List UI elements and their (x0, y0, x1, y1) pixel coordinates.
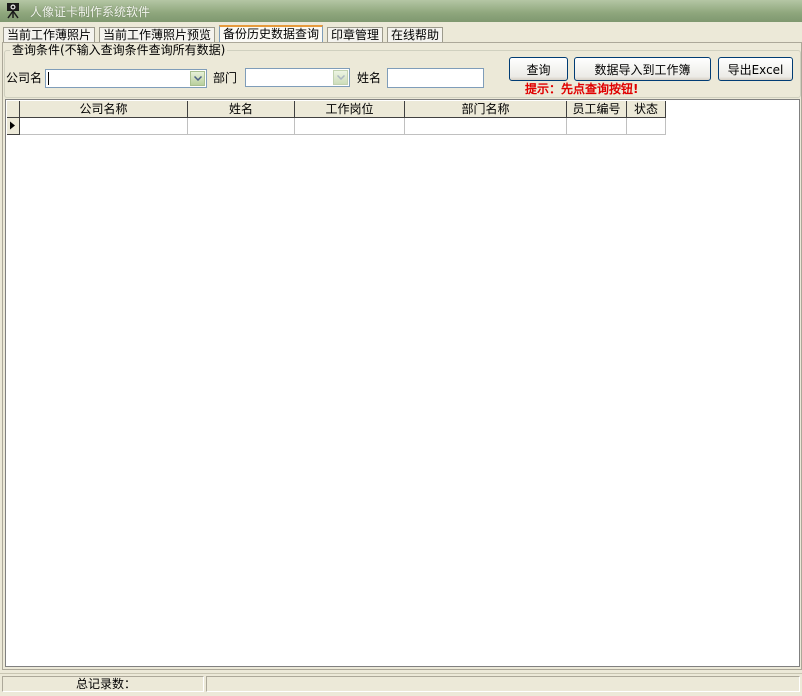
table-cell[interactable] (405, 118, 567, 135)
text-caret (48, 72, 49, 85)
query-group-label: 查询条件(不输入查询条件查询所有数据) (10, 43, 228, 57)
window-title: 人像证卡制作系统软件 (30, 5, 151, 19)
company-combobox[interactable] (45, 69, 207, 88)
query-button[interactable]: 查询 (509, 57, 568, 81)
table-cell[interactable] (567, 118, 627, 135)
table-cell[interactable] (20, 118, 188, 135)
status-pane-total: 总记录数： (2, 676, 204, 692)
tab-strip: 当前工作薄照片 当前工作薄照片预览 备份历史数据查询 印章管理 在线帮助 (0, 25, 802, 44)
tab-online-help[interactable]: 在线帮助 (387, 27, 444, 43)
table-cell[interactable] (295, 118, 405, 135)
status-pane-value (206, 676, 800, 692)
department-combobox[interactable] (245, 68, 350, 87)
department-label: 部门 (213, 71, 238, 85)
import-to-workbook-button[interactable]: 数据导入到工作簿 (574, 57, 711, 81)
column-header-position[interactable]: 工作岗位 (295, 101, 405, 118)
total-records-label: 总记录数： (76, 677, 137, 691)
status-bar: 总记录数： (0, 673, 802, 696)
name-input[interactable] (387, 68, 484, 88)
chevron-down-icon[interactable] (190, 71, 205, 86)
table-cell[interactable] (627, 118, 666, 135)
data-grid[interactable]: 公司名称 姓名 工作岗位 部门名称 员工编号 状态 (5, 99, 800, 667)
export-excel-button[interactable]: 导出Excel (718, 57, 793, 81)
grid-corner (7, 101, 20, 118)
hint-text: 提示：先点查询按钮! (525, 82, 639, 96)
column-header-name[interactable]: 姓名 (188, 101, 295, 118)
row-selector[interactable] (7, 118, 20, 135)
company-label: 公司名 (6, 71, 43, 85)
tab-seal-management[interactable]: 印章管理 (327, 27, 384, 43)
table-cell[interactable] (188, 118, 295, 135)
name-label: 姓名 (357, 71, 382, 85)
column-header-department[interactable]: 部门名称 (405, 101, 567, 118)
column-header-status[interactable]: 状态 (627, 101, 666, 118)
camera-icon[interactable] (4, 2, 22, 19)
title-bar: 人像证卡制作系统软件 (0, 0, 802, 22)
chevron-down-icon[interactable] (333, 70, 348, 85)
row-pointer-icon (10, 121, 15, 130)
column-header-company[interactable]: 公司名称 (20, 101, 188, 118)
tab-current-workbook-photos[interactable]: 当前工作薄照片 (3, 27, 96, 43)
tab-current-workbook-preview[interactable]: 当前工作薄照片预览 (99, 27, 216, 43)
column-header-employee-id[interactable]: 员工编号 (567, 101, 627, 118)
